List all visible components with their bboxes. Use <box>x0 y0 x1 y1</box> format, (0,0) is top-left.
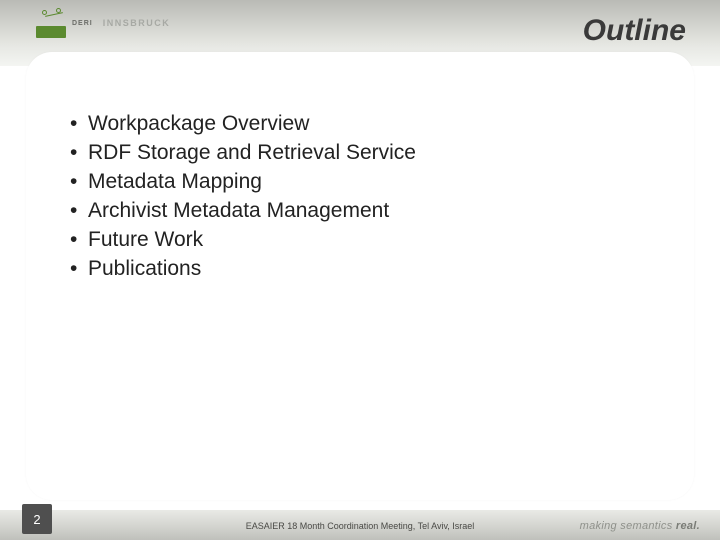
page-number: 2 <box>22 504 52 534</box>
logo-city: INNSBRUCK <box>103 18 171 28</box>
bullet-text: Metadata Mapping <box>88 168 262 195</box>
list-item: • RDF Storage and Retrieval Service <box>70 139 630 166</box>
deri-logo-icon <box>36 8 66 38</box>
list-item: • Metadata Mapping <box>70 168 630 195</box>
bullet-text: Publications <box>88 255 201 282</box>
bullet-text: Workpackage Overview <box>88 110 309 137</box>
footer-band: EASAIER 18 Month Coordination Meeting, T… <box>0 510 720 540</box>
logo: DERI INNSBRUCK <box>36 8 170 38</box>
bullet-icon: • <box>70 168 88 195</box>
tagline-strong: real. <box>676 520 700 532</box>
bullet-icon: • <box>70 110 88 137</box>
logo-word: DERI <box>72 20 93 27</box>
bullet-text: Archivist Metadata Management <box>88 197 389 224</box>
bullet-icon: • <box>70 226 88 253</box>
bullet-icon: • <box>70 139 88 166</box>
slide: DERI INNSBRUCK Outline • Workpackage Ove… <box>0 0 720 540</box>
slide-title: Outline <box>583 14 686 48</box>
list-item: • Workpackage Overview <box>70 110 630 137</box>
bullet-icon: • <box>70 255 88 282</box>
list-item: • Publications <box>70 255 630 282</box>
list-item: • Archivist Metadata Management <box>70 197 630 224</box>
tagline-prefix: making semantics <box>580 520 676 532</box>
bullet-icon: • <box>70 197 88 224</box>
footer-tagline: making semantics real. <box>580 520 700 532</box>
bullet-text: Future Work <box>88 226 203 253</box>
bullet-text: RDF Storage and Retrieval Service <box>88 139 416 166</box>
list-item: • Future Work <box>70 226 630 253</box>
bullet-list: • Workpackage Overview • RDF Storage and… <box>70 110 630 284</box>
